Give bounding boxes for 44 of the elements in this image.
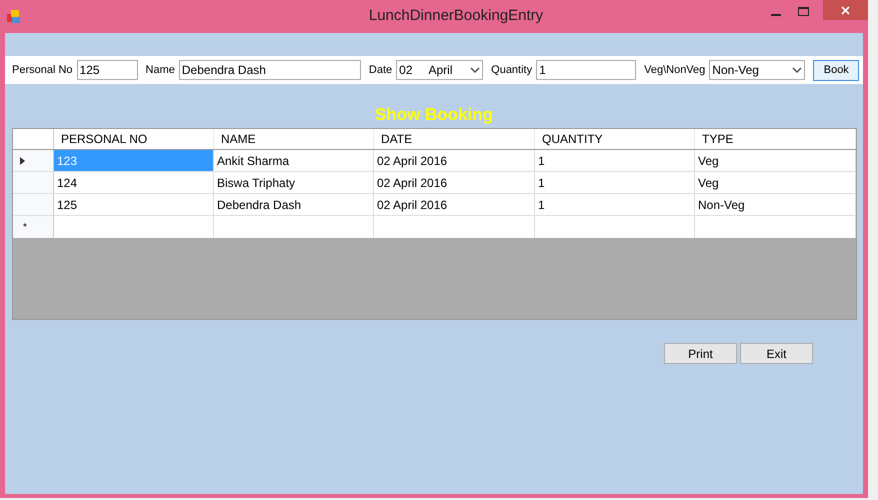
action-button[interactable]: Exit [740, 343, 813, 364]
table-cell: 1 [535, 150, 695, 171]
field-label: Name [146, 62, 175, 78]
table-cell: Veg [695, 150, 856, 171]
text-field[interactable]: Debendra Dash [178, 60, 361, 80]
table-cell: Non-Veg [695, 194, 856, 215]
section-heading: Show Booking [374, 104, 494, 126]
date-picker[interactable]: 02 April [396, 60, 484, 80]
close-button[interactable] [823, 0, 868, 20]
text-field[interactable]: 1 [536, 60, 636, 80]
column-header[interactable]: DATE [374, 129, 535, 149]
action-button[interactable]: Print [664, 343, 737, 364]
table-cell: 02 April 2016 [374, 150, 535, 171]
table-cell: 02 April 2016 [374, 194, 535, 215]
window-title: LunchDinnerBookingEntry [368, 6, 544, 26]
column-header[interactable]: PERSONAL NO [54, 129, 214, 149]
field-label: Personal No [12, 62, 73, 78]
new-row-marker: * [13, 216, 54, 238]
table-cell: Biswa Triphaty [214, 172, 374, 193]
close-icon [841, 6, 850, 14]
table-cell: 125 [54, 194, 214, 215]
field-label: Date [368, 62, 392, 78]
field-label: Quantity [491, 62, 532, 78]
current-row-icon [20, 156, 25, 164]
table-cell: 1 [535, 172, 695, 193]
dropdown-caret-icon [470, 67, 480, 73]
table-cell: Veg [695, 172, 856, 193]
maximize-icon[interactable] [798, 7, 809, 16]
table-cell: 02 April 2016 [374, 172, 535, 193]
table-cell: 124 [54, 172, 214, 193]
dropdown-caret-icon [792, 67, 802, 73]
field-label: Veg\NonVeg [644, 62, 706, 78]
column-header[interactable]: QUANTITY [535, 129, 695, 149]
text-field[interactable]: 125 [76, 60, 138, 80]
table-cell: 1 [535, 194, 695, 215]
column-header[interactable]: NAME [214, 129, 374, 149]
table-cell: 123 [54, 150, 214, 171]
book-button[interactable]: Book [813, 60, 860, 80]
table-cell: Ankit Sharma [214, 150, 374, 171]
column-header[interactable]: TYPE [695, 129, 856, 149]
app-icon [7, 10, 21, 24]
table-cell: Debendra Dash [214, 194, 374, 215]
type-dropdown[interactable]: Non-Veg [709, 60, 806, 80]
row-header[interactable] [13, 150, 54, 171]
